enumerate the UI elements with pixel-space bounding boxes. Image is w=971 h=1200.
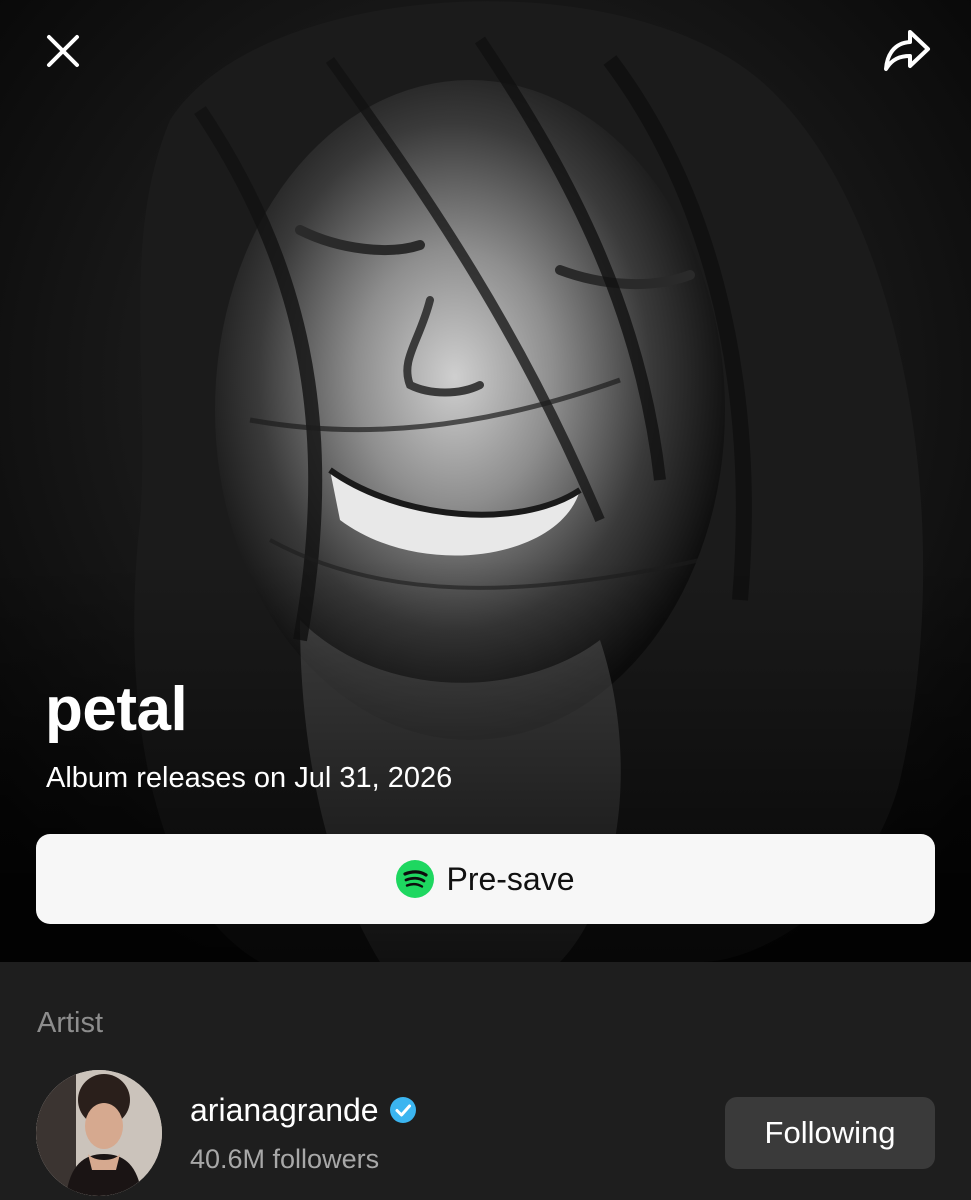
presave-button[interactable]: Pre-save [36,834,935,924]
avatar-photo [36,1070,162,1196]
album-hero: petal Album releases on Jul 31, 2026 Pre… [0,0,971,962]
artist-avatar[interactable] [36,1070,162,1196]
following-button[interactable]: Following [725,1097,935,1169]
artist-section-heading: Artist [37,1007,104,1039]
following-label: Following [764,1115,896,1150]
artist-name[interactable]: arianagrande [190,1090,379,1130]
release-date-text: Album releases on Jul 31, 2026 [46,762,453,794]
album-presave-screen: petal Album releases on Jul 31, 2026 Pre… [0,0,971,1200]
share-icon [884,30,930,71]
follower-count: 40.6M followers [190,1144,380,1174]
close-icon [47,35,79,67]
album-cover-image [0,0,971,962]
spotify-icon [396,860,435,898]
verified-badge-icon [389,1097,416,1123]
artist-name-row: arianagrande [190,1090,417,1130]
presave-label: Pre-save [446,861,575,897]
share-button[interactable] [878,22,936,80]
close-button[interactable] [34,22,92,80]
album-title: petal [45,675,188,744]
artist-section: Artist arianagrande 40.6M followers Foll… [0,962,971,1200]
